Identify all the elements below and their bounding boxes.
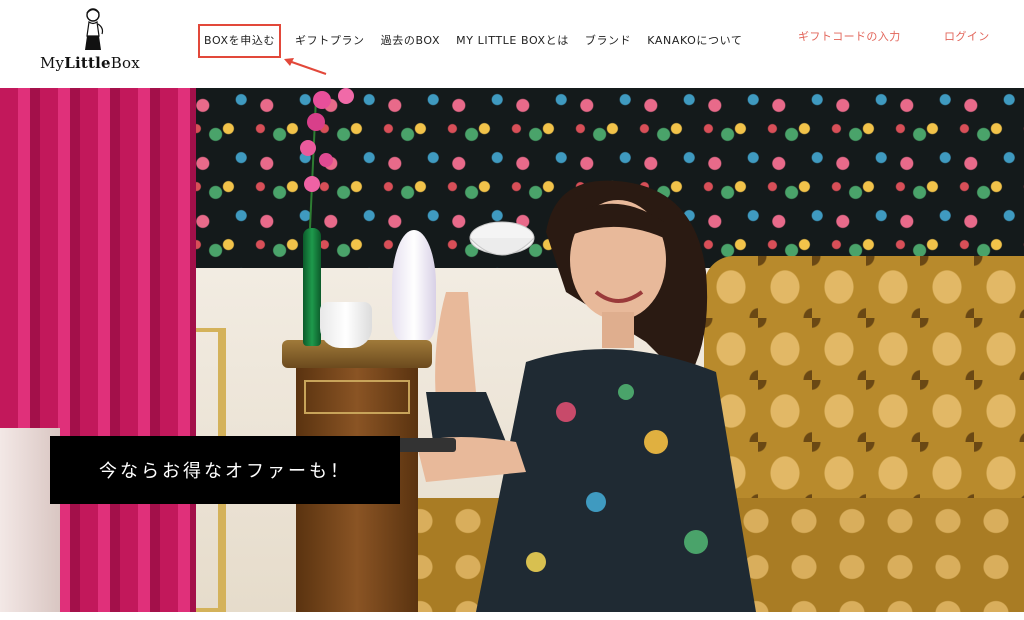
nav-past-box[interactable]: 過去のBOX (381, 27, 440, 55)
logo-figure-icon (85, 8, 104, 50)
nav-about[interactable]: MY LITTLE BOXとは (456, 27, 569, 55)
offer-cta-button[interactable]: 今ならお得なオファーも！ (50, 436, 400, 504)
model-image (396, 180, 756, 612)
creamer-image (320, 302, 372, 348)
table-drawer (304, 380, 410, 414)
hero-banner: 今ならお得なオファーも！ (0, 88, 1024, 612)
nav-apply-box[interactable]: BOXを申込む (198, 24, 282, 58)
annotation-arrow-icon (284, 58, 327, 75)
main-nav: BOXを申込む ギフトプラン 過去のBOX MY LITTLE BOXとは ブラ… (198, 24, 759, 58)
nav-kanako[interactable]: KANAKOについて (647, 27, 742, 55)
flowers-image (300, 88, 354, 228)
vase-image (303, 228, 321, 346)
page-bottom-strip (0, 612, 1024, 620)
site-logo[interactable]: MyLittleBox (36, 6, 148, 78)
nav-gift-plan[interactable]: ギフトプラン (295, 27, 365, 55)
nav-brands[interactable]: ブランド (585, 27, 631, 55)
gift-code-link[interactable]: ギフトコードの入力 (798, 28, 901, 44)
logo-text: MyLittleBox (40, 54, 140, 72)
login-link[interactable]: ログイン (944, 28, 990, 44)
site-header: MyLittleBox BOXを申込む ギフトプラン 過去のBOX MY LIT… (0, 0, 1024, 88)
